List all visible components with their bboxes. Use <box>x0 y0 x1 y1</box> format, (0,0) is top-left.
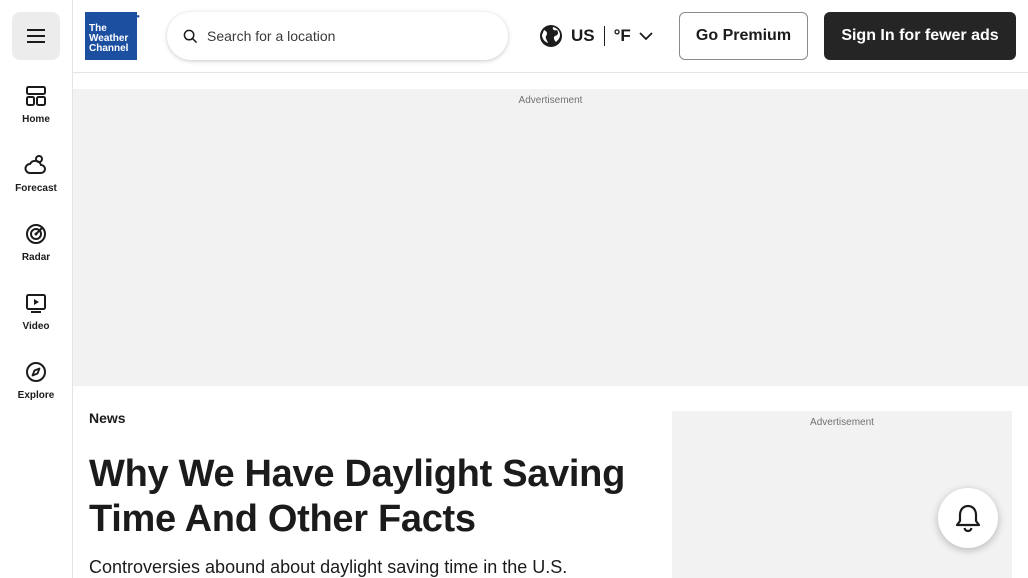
sidebar-item-explore[interactable]: Explore <box>0 360 72 420</box>
search-icon <box>183 29 198 43</box>
article-subhead: Controversies abound about daylight savi… <box>89 557 568 577</box>
chevron-down-icon <box>639 31 653 40</box>
weather-channel-logo[interactable]: The Weather Channel ● <box>85 12 140 60</box>
menu-button[interactable] <box>12 12 60 60</box>
advertisement-banner[interactable]: Advertisement <box>73 89 1028 386</box>
home-grid-icon <box>26 86 46 106</box>
sidebar-item-radar[interactable]: Radar <box>0 222 72 282</box>
radar-icon <box>26 224 46 244</box>
hamburger-menu-icon <box>27 29 45 43</box>
article-headline: Why We Have Daylight Saving Time And Oth… <box>89 453 625 540</box>
sign-in-button[interactable]: Sign In for fewer ads <box>824 12 1016 60</box>
search-input[interactable] <box>207 28 487 44</box>
sidebar-item-forecast[interactable]: Forecast <box>0 153 72 213</box>
sidebar-item-label: Explore <box>17 390 55 401</box>
notifications-button[interactable] <box>938 488 998 548</box>
bell-icon <box>955 504 981 533</box>
sidebar-item-label: Radar <box>21 252 51 263</box>
unit-label: °F <box>613 26 631 45</box>
units-divider <box>603 26 605 46</box>
advertisement-label: Advertisement <box>810 417 874 428</box>
logo-line: Channel <box>89 43 129 54</box>
sidebar-item-video[interactable]: Video <box>0 291 72 351</box>
region-unit-selector[interactable]: US °F <box>539 18 653 54</box>
cloud-sun-icon <box>24 155 46 174</box>
globe-icon <box>540 25 562 47</box>
top-header: The Weather Channel ● US °F Go Premium S… <box>73 0 1028 73</box>
registered-mark: ● <box>136 14 140 20</box>
region-label: US <box>571 26 595 45</box>
sidebar-item-label: Forecast <box>15 183 57 194</box>
category-link[interactable]: News <box>89 410 126 426</box>
sidebar-nav: Home Forecast Radar Video Explore <box>0 0 73 578</box>
advertisement-label: Advertisement <box>518 95 583 106</box>
go-premium-button[interactable]: Go Premium <box>679 12 808 60</box>
compass-icon <box>26 362 46 382</box>
sidebar-item-label: Home <box>22 114 50 125</box>
sidebar-item-home[interactable]: Home <box>0 84 72 144</box>
play-video-icon <box>26 294 46 313</box>
search-bar[interactable] <box>167 12 508 60</box>
sidebar-item-label: Video <box>22 321 50 332</box>
